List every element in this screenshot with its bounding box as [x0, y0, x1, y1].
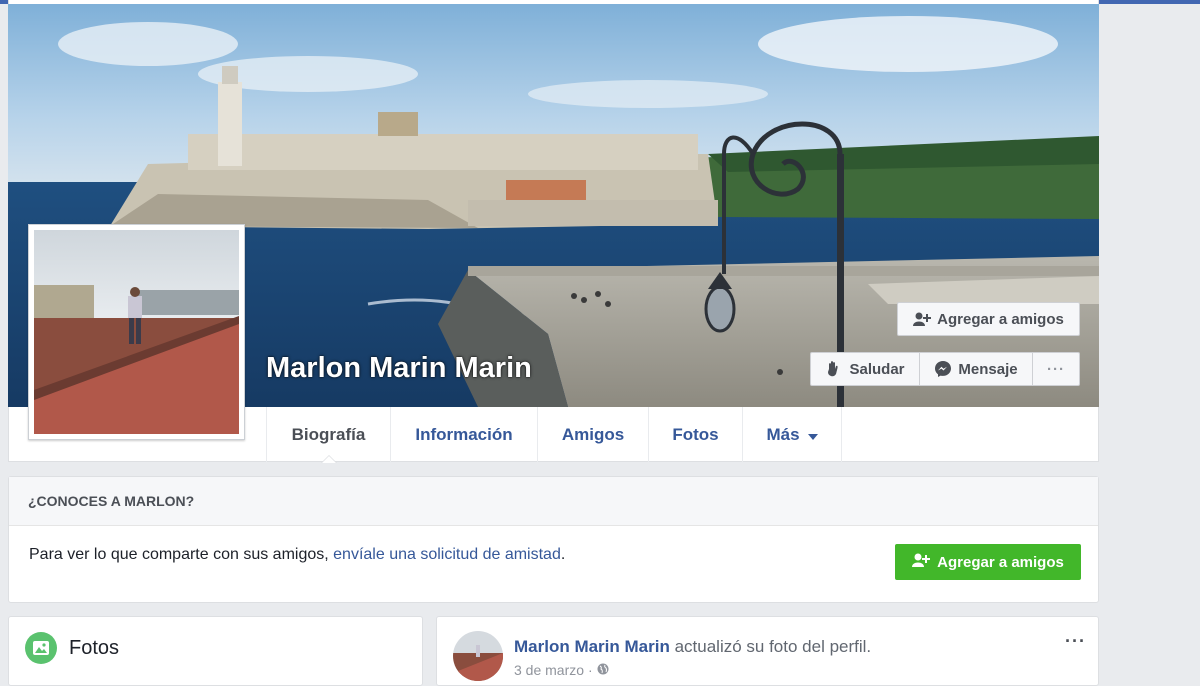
profile-tabs: Biografía Información Amigos Fotos Más: [266, 407, 842, 463]
tab-amigos-label: Amigos: [561, 424, 625, 444]
post-date[interactable]: 3 de marzo: [514, 662, 584, 678]
add-friend-icon: [912, 553, 931, 571]
friend-request-text-after: .: [560, 546, 566, 563]
right-gutter: [1100, 4, 1200, 675]
photos-icon: [25, 632, 57, 664]
add-friend-green-label: Agregar a amigos: [937, 553, 1064, 571]
friend-request-text-before: Para ver lo que comparte con sus amigos,: [29, 546, 334, 563]
friend-request-card: ¿CONOCES A MARLON? Para ver lo que compa…: [8, 476, 1099, 603]
tab-fotos[interactable]: Fotos: [648, 407, 742, 462]
more-options-label: ···: [1047, 360, 1065, 378]
tab-biografia-label: Biografía: [291, 424, 366, 444]
post-meta-separator: ·: [588, 662, 593, 678]
tab-informacion-label: Información: [415, 424, 513, 444]
more-options-button[interactable]: ···: [1032, 352, 1080, 386]
wave-hand-icon: [825, 360, 843, 378]
post-avatar[interactable]: [453, 631, 503, 681]
profile-name[interactable]: Marlon Marin Marin: [266, 352, 532, 385]
photos-card: Fotos: [8, 616, 423, 686]
post-headline: Marlon Marin Marin actualizó su foto del…: [514, 637, 871, 657]
tab-mas[interactable]: Más: [742, 407, 842, 462]
caret-down-icon: [807, 425, 818, 445]
post-author-link[interactable]: Marlon Marin Marin: [514, 637, 670, 656]
tab-fotos-label: Fotos: [672, 424, 719, 444]
active-tab-indicator: [320, 455, 337, 463]
message-label: Mensaje: [958, 360, 1018, 378]
tab-biografia[interactable]: Biografía: [266, 407, 390, 463]
friend-request-text: Para ver lo que comparte con sus amigos,…: [29, 546, 565, 564]
wave-label: Saludar: [849, 360, 905, 378]
profile-picture[interactable]: [28, 224, 245, 440]
message-button[interactable]: Mensaje: [919, 352, 1033, 386]
post-action-text: actualizó su foto del perfil.: [669, 637, 872, 656]
add-friend-green-button[interactable]: Agregar a amigos: [895, 544, 1081, 580]
globe-icon[interactable]: [597, 662, 609, 678]
add-friend-icon: [913, 312, 932, 326]
photos-title[interactable]: Fotos: [69, 637, 119, 660]
add-friend-label: Agregar a amigos: [937, 310, 1064, 328]
wave-button[interactable]: Saludar: [810, 352, 920, 386]
tab-informacion[interactable]: Información: [390, 407, 537, 462]
post-card: Marlon Marin Marin actualizó su foto del…: [436, 616, 1099, 686]
tab-mas-label: Más: [766, 424, 800, 444]
add-friend-button[interactable]: Agregar a amigos: [897, 302, 1080, 336]
messenger-icon: [934, 360, 952, 378]
tab-amigos[interactable]: Amigos: [537, 407, 648, 462]
send-friend-request-link[interactable]: envíale una solicitud de amistad: [333, 546, 561, 563]
friend-request-heading: ¿CONOCES A MARLON?: [9, 477, 1098, 526]
post-meta: 3 de marzo ·: [514, 662, 609, 678]
post-options-button[interactable]: ···: [1065, 631, 1086, 652]
profile-picture-image: [34, 230, 239, 434]
